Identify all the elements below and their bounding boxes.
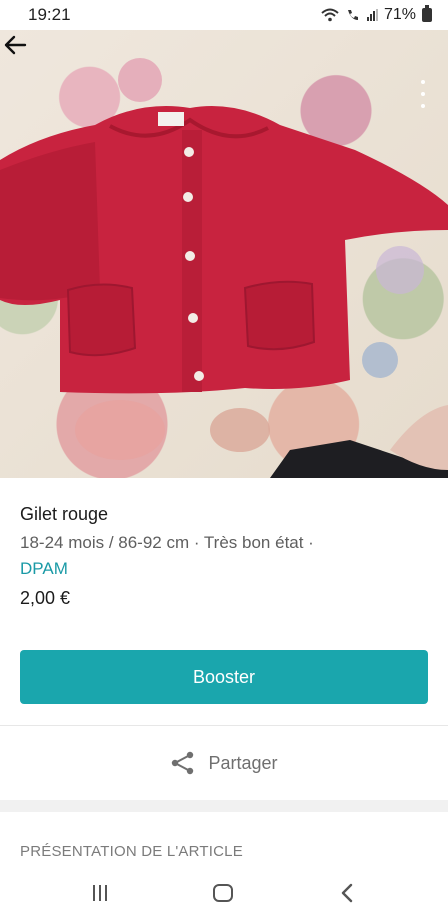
back-arrow-icon[interactable]: [0, 30, 30, 60]
item-photo[interactable]: [0, 30, 448, 478]
presentation-section-title: PRÉSENTATION DE L'ARTICLE: [20, 843, 243, 860]
status-bar: 19:21 71%: [0, 0, 448, 30]
share-button[interactable]: Partager: [0, 726, 448, 800]
battery-percent: 71%: [383, 6, 416, 23]
red-cardigan-image: [0, 58, 448, 478]
item-title: Gilet rouge: [20, 504, 109, 524]
wifi-icon: [321, 8, 339, 22]
more-options-icon[interactable]: [418, 80, 428, 108]
signal-icon: [366, 9, 378, 21]
wifi-call-icon: [347, 10, 358, 20]
system-back-icon[interactable]: [339, 883, 355, 903]
home-icon[interactable]: [213, 884, 233, 902]
system-nav-bar: [0, 866, 448, 920]
item-details: 18-24 mois / 86-92 cm · Très bon état · …: [20, 530, 420, 582]
brand-link[interactable]: DPAM: [20, 559, 68, 578]
share-label: Partager: [208, 752, 278, 773]
status-time: 19:21: [28, 5, 71, 24]
item-size-condition: 18-24 mois / 86-92 cm · Très bon état ·: [20, 533, 314, 552]
status-icons: 71%: [321, 5, 432, 24]
item-info: Gilet rouge 18-24 mois / 86-92 cm · Très…: [0, 478, 448, 725]
boost-button[interactable]: Booster: [20, 650, 428, 704]
battery-icon: [422, 5, 432, 22]
item-price: 2,00 €: [20, 588, 71, 608]
recents-icon[interactable]: [93, 885, 107, 901]
section-separator: [0, 800, 448, 812]
share-icon: [172, 751, 194, 775]
